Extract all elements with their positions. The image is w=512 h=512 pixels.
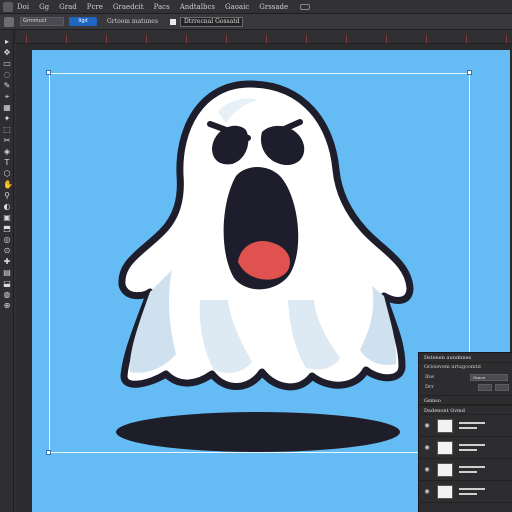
- panel-row: Drr: [419, 382, 512, 392]
- tool-icon[interactable]: ⬒: [3, 225, 11, 233]
- menu-item-9[interactable]: Grssade: [259, 3, 288, 11]
- ruler-tick: [106, 35, 107, 43]
- tool-icon[interactable]: ▸: [3, 38, 11, 46]
- ruler-horizontal: [16, 30, 512, 44]
- layer-thumbnail: [437, 484, 453, 499]
- menu-item-8[interactable]: Gaoaic: [225, 3, 249, 11]
- panel-row-label: Drr: [425, 384, 434, 390]
- tool-icon[interactable]: ◐: [3, 203, 11, 211]
- layer-row[interactable]: ◉: [419, 481, 512, 503]
- layer-visibility-icon[interactable]: ◉: [423, 444, 431, 451]
- layer-name: [453, 466, 485, 473]
- layer-name: [453, 488, 485, 495]
- tool-icon[interactable]: ✦: [3, 115, 11, 123]
- panel-subtitle: Grioisvem urtagcomtd: [424, 364, 481, 370]
- panel-section-header[interactable]: Dadenont Gvmd: [419, 405, 512, 415]
- menu-bar: Doi Gg Grad Pcre Graedcit Pacs Andtalbcs…: [0, 0, 512, 14]
- tool-icon[interactable]: ▦: [3, 104, 11, 112]
- workspace-toggle-icon[interactable]: [300, 3, 311, 10]
- menu-item-2[interactable]: Gg: [39, 3, 49, 11]
- current-tool-icon[interactable]: [4, 16, 14, 27]
- tool-icon[interactable]: ▭: [3, 60, 11, 68]
- tool-icon[interactable]: T: [3, 159, 11, 167]
- tool-icon[interactable]: ◌: [3, 71, 11, 79]
- panel-row-field[interactable]: [478, 383, 492, 391]
- panel-row-label: Ibw: [425, 374, 435, 380]
- layer-row[interactable]: ◉: [419, 437, 512, 459]
- ruler-tick: [226, 35, 227, 43]
- ruler-tick: [506, 35, 507, 43]
- layer-visibility-icon[interactable]: ◉: [423, 422, 431, 429]
- tool-icon[interactable]: ⬡: [3, 170, 11, 178]
- tool-icon[interactable]: ⬚: [3, 126, 11, 134]
- layer-name: [453, 422, 485, 429]
- tool-icon[interactable]: ⚲: [3, 192, 11, 200]
- transform-handle-top-left[interactable]: [46, 70, 51, 75]
- tool-icon[interactable]: ⊙: [3, 247, 11, 255]
- ruler-tick: [186, 35, 187, 43]
- transform-handle-top-right[interactable]: [467, 70, 472, 75]
- panel-title: Dstenen aundnnes: [419, 353, 512, 363]
- tool-icon[interactable]: ✥: [3, 49, 11, 57]
- tool-icon[interactable]: ⊕: [3, 302, 11, 310]
- ruler-tick: [146, 35, 147, 43]
- menu-item-5[interactable]: Graedcit: [113, 3, 144, 11]
- menu-item-3[interactable]: Grad: [59, 3, 77, 11]
- tool-icon[interactable]: ▣: [3, 214, 11, 222]
- tool-icon[interactable]: ◍: [3, 291, 11, 299]
- options-dropdown[interactable]: Dtrrecnal Gossatd: [179, 16, 244, 27]
- tool-icon[interactable]: ▤: [3, 269, 11, 277]
- tool-icon[interactable]: ✚: [3, 258, 11, 266]
- tool-icon[interactable]: ◎: [3, 236, 11, 244]
- layer-row[interactable]: ◉: [419, 415, 512, 437]
- options-checkbox[interactable]: [169, 18, 176, 25]
- ruler-tick: [426, 35, 427, 43]
- options-bar: Grmmuct Iigd Grtoom matunes Dtrrecnal Go…: [0, 14, 512, 30]
- layer-thumbnail: [437, 418, 453, 433]
- panel-row-field[interactable]: [495, 383, 509, 391]
- tools-panel: ▸ ✥ ▭ ◌ ✎ ⌖ ▦ ✦ ⬚ ✂ ◈ T ⬡ ✋ ⚲ ◐ ▣ ⬒ ◎ ⊙ ✚ ▤ ⬓ ◍ ⊕: [0, 30, 14, 512]
- properties-panel: Dstenen aundnnes Grioisvem urtagcomtd Ib…: [418, 352, 512, 512]
- layer-name: [453, 444, 485, 451]
- app-logo-icon[interactable]: [3, 1, 13, 12]
- options-field[interactable]: Grmmuct: [20, 17, 64, 26]
- layer-visibility-icon[interactable]: ◉: [423, 466, 431, 473]
- layer-thumbnail: [437, 440, 453, 455]
- options-label: Grtoom matunes: [107, 18, 158, 25]
- layer-row[interactable]: ◉: [419, 459, 512, 481]
- tool-icon[interactable]: ◈: [3, 148, 11, 156]
- tool-icon[interactable]: ✂: [3, 137, 11, 145]
- transform-handle-bottom-left[interactable]: [46, 450, 51, 455]
- tool-icon[interactable]: ✋: [3, 181, 13, 189]
- layer-thumbnail: [437, 462, 453, 477]
- panel-section-header[interactable]: Gsmso: [419, 395, 512, 405]
- menu-item-7[interactable]: Andtalbcs: [180, 3, 215, 11]
- ruler-tick: [26, 35, 27, 43]
- tool-icon[interactable]: ✎: [3, 82, 11, 90]
- panel-row: Ibw Grace: [419, 372, 512, 382]
- ruler-tick: [386, 35, 387, 43]
- ruler-tick: [266, 35, 267, 43]
- options-button[interactable]: Iigd: [69, 17, 97, 26]
- ruler-tick: [346, 35, 347, 43]
- menu-item-1[interactable]: Doi: [17, 3, 29, 11]
- ruler-tick: [66, 35, 67, 43]
- ruler-tick: [466, 35, 467, 43]
- layer-visibility-icon[interactable]: ◉: [423, 488, 431, 495]
- transform-bounding-box[interactable]: [49, 73, 470, 453]
- menu-item-6[interactable]: Pacs: [154, 3, 170, 11]
- panel-row-field[interactable]: Grace: [470, 373, 508, 381]
- tool-icon[interactable]: ⬓: [3, 280, 11, 288]
- tool-icon[interactable]: ⌖: [3, 93, 11, 101]
- ruler-tick: [306, 35, 307, 43]
- menu-item-4[interactable]: Pcre: [87, 3, 103, 11]
